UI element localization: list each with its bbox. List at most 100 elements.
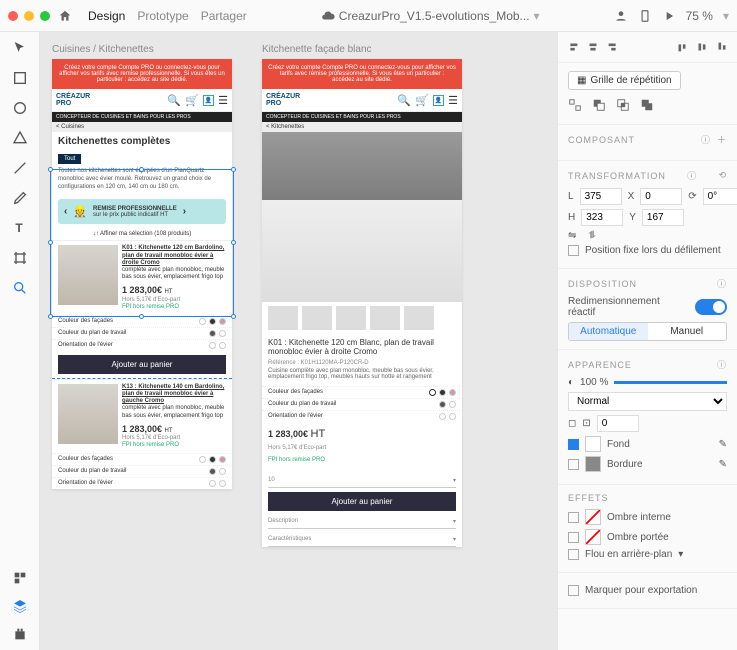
minimize-window-icon[interactable] — [24, 11, 34, 21]
blend-mode-select[interactable]: Normal — [568, 392, 727, 411]
inner-shadow-swatch[interactable] — [585, 509, 601, 525]
fixed-scroll-checkbox[interactable] — [568, 245, 579, 256]
bg-blur-checkbox[interactable] — [568, 549, 579, 560]
inner-shadow-checkbox[interactable] — [568, 512, 579, 523]
align-center-h-icon[interactable] — [586, 40, 600, 54]
fill-checkbox[interactable] — [568, 439, 579, 450]
artboard-tool-icon[interactable] — [12, 250, 28, 266]
text-tool-icon[interactable]: T — [12, 220, 28, 236]
store-header: CRÉAZURPRO 🔍 🛒 👤 ☰ — [52, 89, 232, 112]
canvas[interactable]: Cuisines / Kitchenettes Créez votre comp… — [40, 32, 557, 650]
corner-radius-input[interactable] — [597, 415, 639, 432]
info-icon[interactable]: ⓘ — [717, 358, 727, 371]
option-row: Orientation de l'évier — [52, 339, 232, 351]
mode-tabs: Design Prototype Partager — [88, 9, 247, 23]
add-component-icon[interactable]: ＋ — [717, 133, 727, 146]
tab-prototype[interactable]: Prototype — [137, 9, 188, 23]
repeat-grid-button[interactable]: ▦ Grille de répétition — [568, 71, 681, 90]
flip-icon[interactable]: ⟲ — [718, 170, 727, 181]
rotate-icon: ⟳ — [688, 191, 696, 202]
document-title: CreazurPro_V1.5-evolutions_Mob... ▾ — [255, 9, 606, 23]
flip-v-icon[interactable]: ⥮ — [588, 230, 595, 241]
align-top-icon[interactable] — [675, 40, 689, 54]
svg-text:T: T — [15, 221, 23, 235]
tab-design[interactable]: Design — [88, 9, 125, 23]
intersect-op-icon[interactable] — [616, 98, 630, 112]
filter-chip-all: Tout — [58, 154, 81, 164]
select-tool-icon[interactable] — [12, 40, 28, 56]
polygon-tool-icon[interactable] — [12, 130, 28, 146]
assets-icon[interactable] — [12, 570, 28, 586]
product-row: K13 : Kitchenette 140 cm Bardolino, plan… — [52, 379, 232, 454]
width-input[interactable] — [580, 188, 622, 205]
search-icon: 🔍 — [167, 94, 181, 107]
product-title: K01 : Kitchenette 120 cm Blanc, plan de … — [262, 334, 462, 360]
artboard-detail[interactable]: Créez votre compte Compte PRO ou connect… — [262, 59, 462, 547]
artboard-label[interactable]: Kitchenette façade blanc — [262, 44, 462, 55]
corner-all-icon[interactable]: ⊡ — [582, 418, 590, 429]
y-input[interactable] — [642, 209, 684, 226]
tagline: CONCEPTEUR DE CUISINES ET BAINS POUR LES… — [52, 112, 232, 122]
zoom-tool-icon[interactable] — [12, 280, 28, 296]
close-window-icon[interactable] — [8, 11, 18, 21]
device-icon[interactable] — [638, 9, 652, 23]
product-image — [58, 384, 118, 444]
hero-image — [262, 132, 462, 302]
info-icon[interactable]: ⓘ — [701, 133, 711, 146]
height-input[interactable] — [581, 209, 623, 226]
border-swatch[interactable] — [585, 456, 601, 472]
window-controls — [8, 11, 50, 21]
inspector-panel: ▦ Grille de répétition COMPOSANT ⓘ＋ TRAN… — [557, 32, 737, 650]
align-left-icon[interactable] — [566, 40, 580, 54]
opacity-slider[interactable] — [614, 381, 727, 384]
info-icon[interactable]: ⓘ — [687, 169, 697, 182]
info-icon[interactable]: ⓘ — [717, 277, 727, 290]
artboard-label[interactable]: Cuisines / Kitchenettes — [52, 44, 232, 55]
drop-shadow-swatch[interactable] — [585, 529, 601, 545]
breadcrumb: < Cuisines — [52, 122, 232, 132]
accordion-specs: Caractéristiques▾ — [268, 533, 456, 547]
responsive-toggle[interactable] — [695, 299, 727, 315]
menu-icon: ☰ — [218, 94, 228, 107]
add-op-icon[interactable] — [568, 98, 582, 112]
maximize-window-icon[interactable] — [40, 11, 50, 21]
plugins-icon[interactable] — [12, 626, 28, 642]
artboard-listing[interactable]: Créez votre compte Compte PRO ou connect… — [52, 59, 232, 489]
user-icon[interactable] — [614, 9, 628, 23]
thumbnail-row — [262, 302, 462, 334]
cart-icon: 🛒 — [185, 94, 199, 107]
chevron-down-icon[interactable]: ▾ — [678, 549, 683, 560]
eyedropper-icon[interactable]: ✎ — [719, 459, 727, 470]
layers-icon[interactable] — [12, 598, 28, 614]
rotation-input[interactable] — [703, 188, 737, 205]
seg-auto[interactable]: Automatique — [569, 323, 648, 340]
pen-tool-icon[interactable] — [12, 190, 28, 206]
account-icon: 👤 — [203, 95, 214, 106]
subtract-op-icon[interactable] — [592, 98, 606, 112]
ellipse-tool-icon[interactable] — [12, 100, 28, 116]
accordion-description: Description▾ — [268, 515, 456, 529]
resize-mode-segment[interactable]: Automatique Manuel — [568, 322, 727, 341]
home-icon[interactable] — [58, 9, 72, 23]
x-input[interactable] — [640, 188, 682, 205]
eyedropper-icon[interactable]: ✎ — [719, 439, 727, 450]
export-checkbox[interactable] — [568, 585, 579, 596]
line-tool-icon[interactable] — [12, 160, 28, 176]
drop-shadow-checkbox[interactable] — [568, 532, 579, 543]
align-middle-icon[interactable] — [695, 40, 709, 54]
tab-share[interactable]: Partager — [201, 9, 247, 23]
zoom-level[interactable]: 75 % — [686, 9, 713, 23]
rectangle-tool-icon[interactable] — [12, 70, 28, 86]
fill-swatch[interactable] — [585, 436, 601, 452]
option-row: Couleur du plan de travail — [52, 327, 232, 339]
brand-logo: CRÉAZURPRO — [56, 93, 90, 107]
align-right-icon[interactable] — [606, 40, 620, 54]
play-icon[interactable] — [662, 9, 676, 23]
zoom-dropdown-icon[interactable]: ▾ — [723, 9, 729, 23]
exclude-op-icon[interactable] — [640, 98, 654, 112]
corner-icon: ◻ — [568, 418, 576, 429]
align-bottom-icon[interactable] — [715, 40, 729, 54]
seg-manual[interactable]: Manuel — [648, 323, 727, 340]
border-checkbox[interactable] — [568, 459, 579, 470]
flip-h-icon[interactable]: ⇋ — [568, 230, 576, 241]
